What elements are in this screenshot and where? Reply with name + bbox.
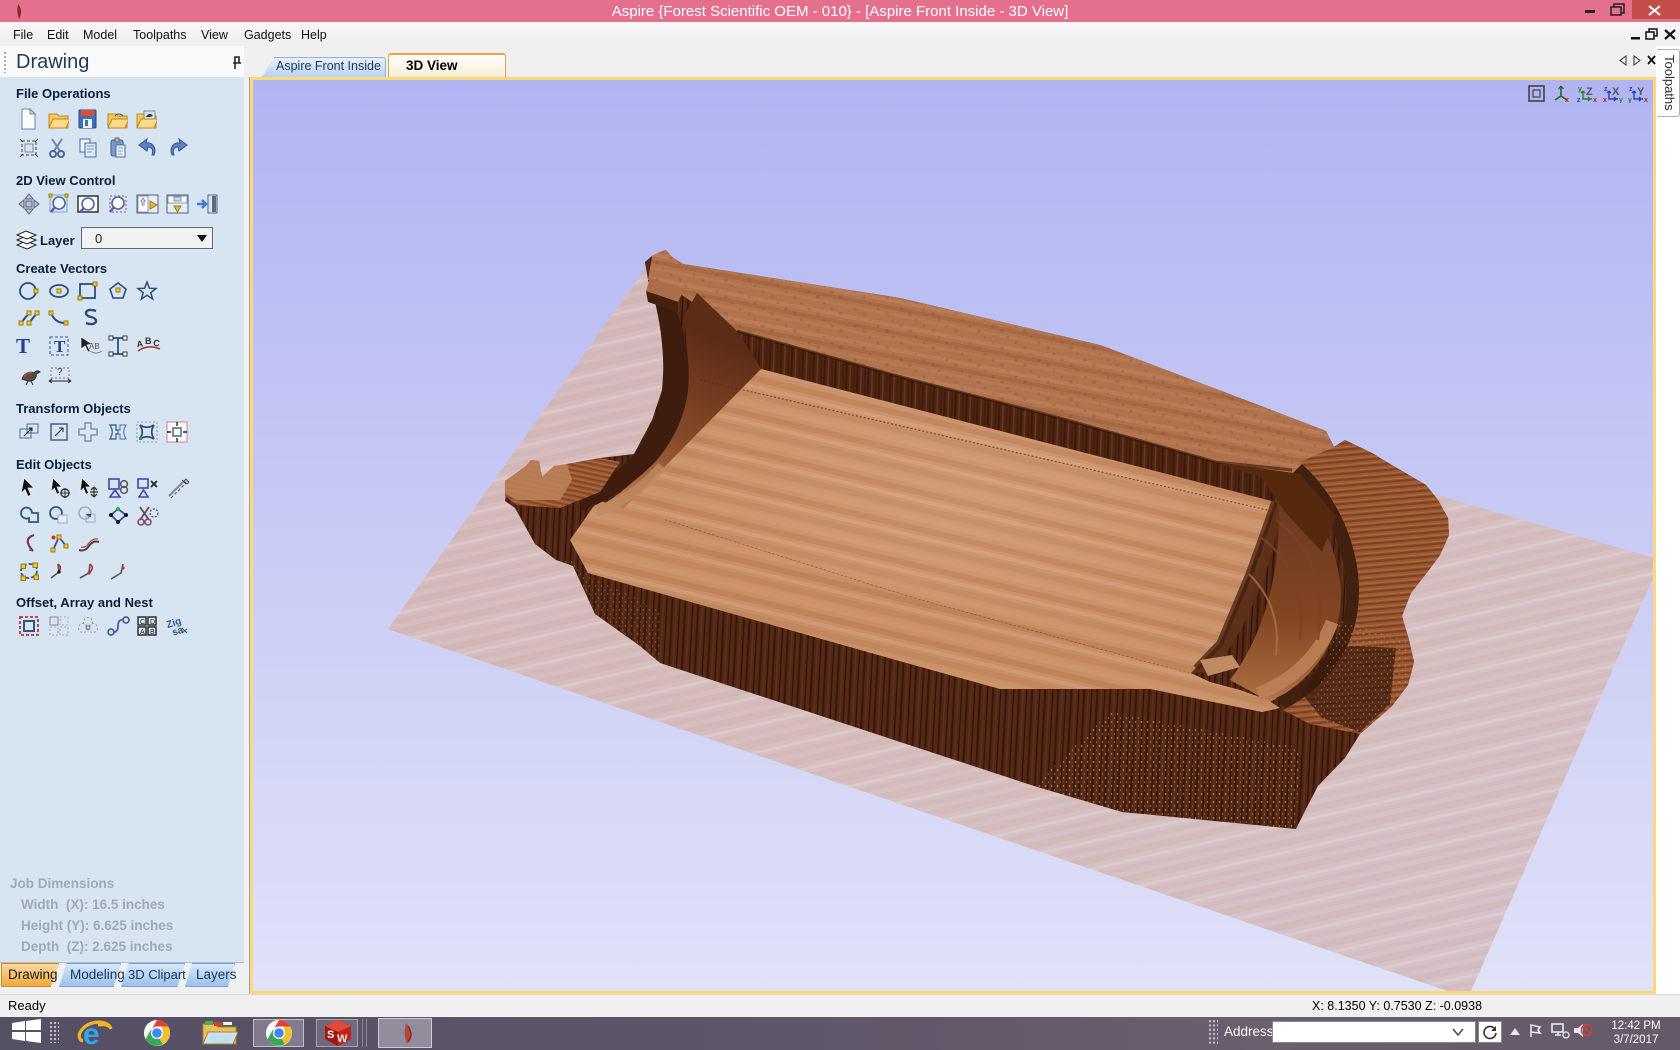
svg-text:AB: AB (89, 342, 100, 351)
svg-text:sa: sa (170, 625, 184, 637)
svg-text:?: ? (57, 367, 63, 378)
svg-text:x: x (1593, 97, 1597, 103)
svg-text:A: A (140, 629, 145, 636)
svg-text:x: x (1565, 97, 1569, 103)
svg-text:y: y (1619, 97, 1623, 103)
svg-text:S: S (327, 1029, 334, 1041)
svg-text:D: D (150, 619, 155, 626)
svg-text:x: x (1644, 97, 1648, 103)
svg-text:z: z (1577, 97, 1581, 103)
svg-text:T: T (54, 337, 66, 356)
svg-text:y: y (1628, 97, 1632, 103)
svg-text:x: x (1603, 97, 1607, 103)
svg-text:C: C (140, 619, 145, 626)
svg-text:B: B (150, 629, 155, 636)
svg-text:W: W (337, 1033, 348, 1045)
svg-text:B: B (145, 336, 152, 346)
svg-text:Z: Z (1586, 86, 1593, 98)
